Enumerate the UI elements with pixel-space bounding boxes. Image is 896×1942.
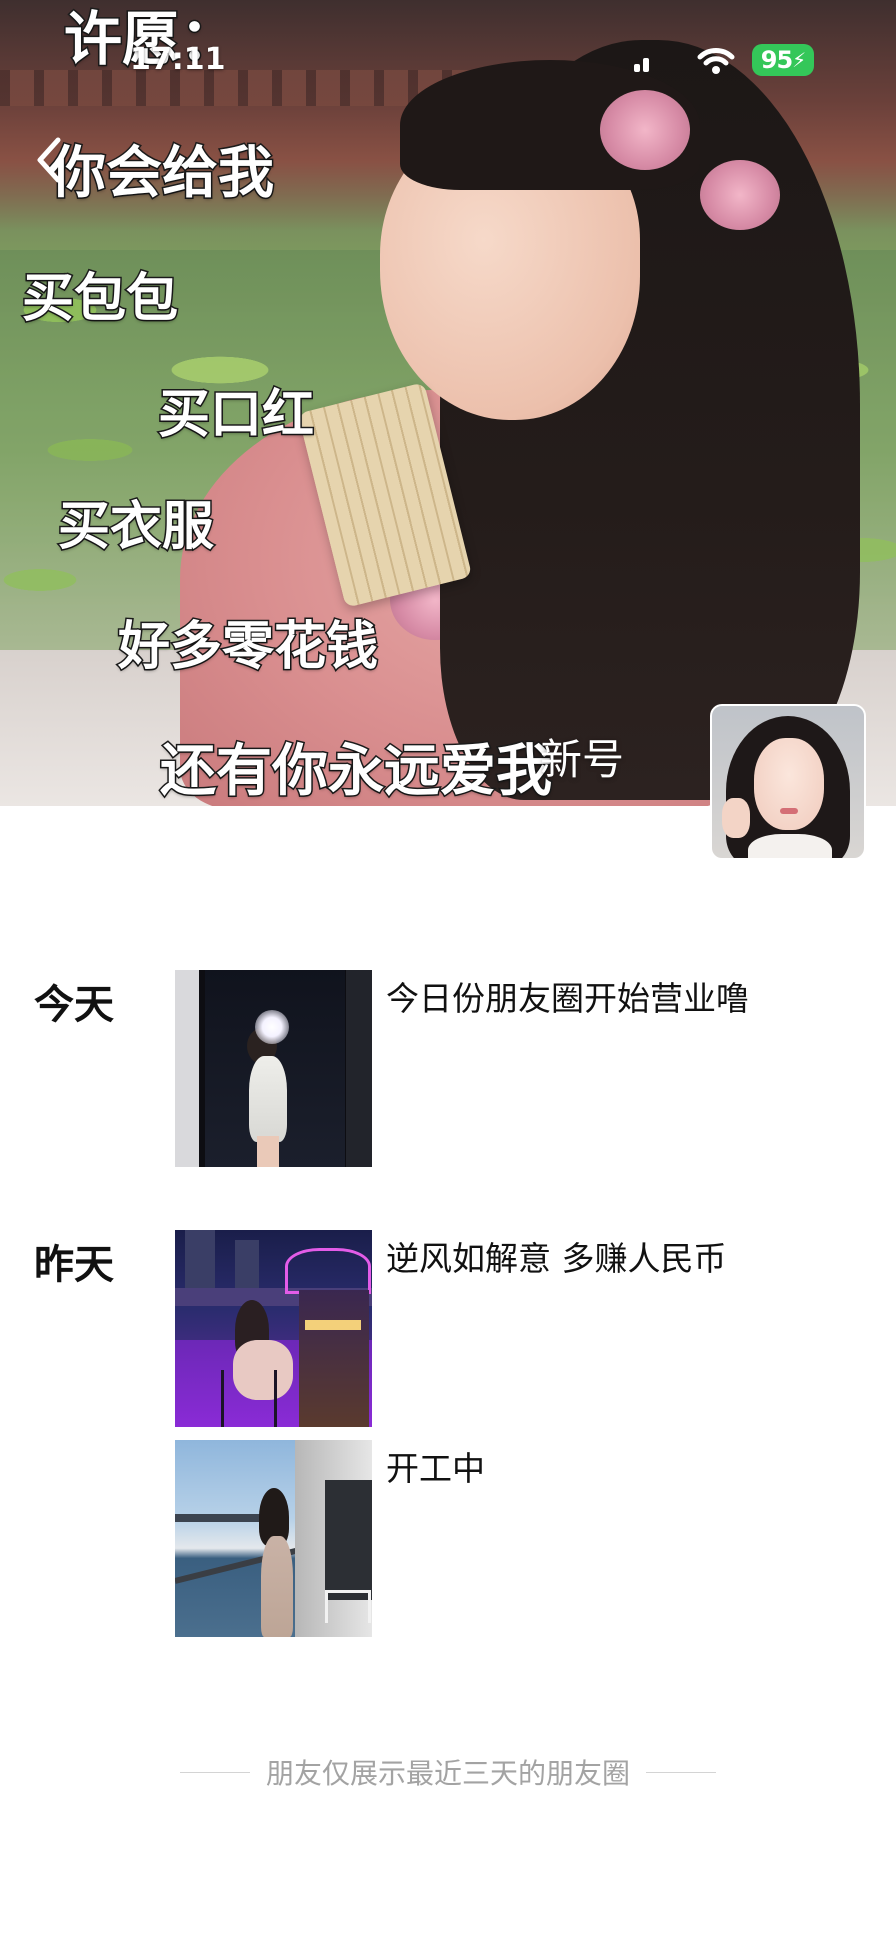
- moment-thumbnail[interactable]: [175, 970, 372, 1167]
- status-time: 17:11: [130, 42, 226, 77]
- battery-level: 95: [760, 46, 793, 74]
- divider: [646, 1771, 717, 1773]
- day-label-yesterday: 昨天: [34, 1242, 114, 1288]
- battery-charging-icon: 95 ⚡: [752, 44, 814, 76]
- divider: [180, 1771, 250, 1773]
- back-chevron-icon[interactable]: [30, 132, 70, 188]
- avatar[interactable]: [710, 704, 866, 860]
- cover-caption-line: 买衣服: [56, 496, 215, 559]
- moments-limit-notice: 朋友仅展示最近三天的朋友圈: [180, 1750, 717, 1794]
- cover-caption-line: 还有你永远爱我: [159, 738, 554, 806]
- moment-text[interactable]: 逆风如解意 多赚人民币: [386, 1232, 727, 1280]
- moment-text[interactable]: 今日份朋友圈开始营业噜: [386, 972, 749, 1020]
- cover-caption-line: 买包包: [20, 268, 179, 331]
- charging-bolt-icon: ⚡: [792, 48, 806, 72]
- cover-caption-line: 你会给我: [49, 140, 276, 208]
- moments-limit-text: 朋友仅展示最近三天的朋友圈: [266, 1757, 631, 1790]
- cover-hair-flower: [600, 90, 690, 170]
- day-label-today: 今天: [34, 982, 114, 1028]
- cellular-signal-icon: [634, 56, 656, 72]
- cover-hair-flower-2: [700, 160, 780, 230]
- cover-caption-line: 好多零花钱: [116, 616, 379, 679]
- wifi-icon: [697, 48, 735, 74]
- moment-thumbnail[interactable]: [175, 1230, 372, 1427]
- moment-text[interactable]: 开工中: [386, 1442, 485, 1490]
- cover-caption-line: 买口红: [156, 384, 315, 447]
- profile-name: 新号: [540, 735, 625, 784]
- moment-thumbnail[interactable]: [175, 1440, 372, 1637]
- cover-photo[interactable]: 许愿： 你会给我 买包包 买口红 买衣服 好多零花钱 还有你永远爱我 新号: [0, 0, 896, 806]
